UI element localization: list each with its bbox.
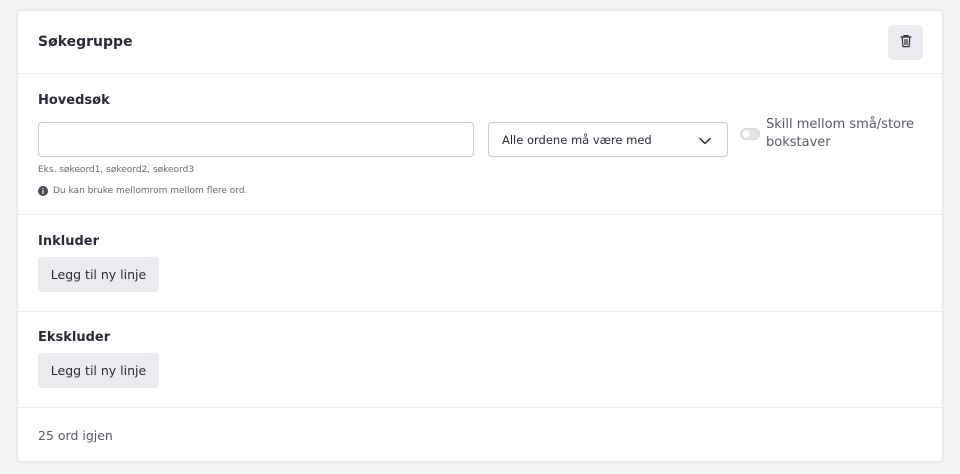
trash-icon xyxy=(899,33,912,52)
include-label: Inkluder xyxy=(38,234,99,249)
info-row: Du kan bruke mellomrom mellom flere ord. xyxy=(38,181,247,200)
info-text: Du kan bruke mellomrom mellom flere ord. xyxy=(53,185,248,196)
chevron-down-icon xyxy=(699,130,711,149)
delete-group-button[interactable] xyxy=(888,25,923,60)
divider xyxy=(18,214,942,215)
search-group-card: Søkegruppe Hovedsøk Alle ordene må være … xyxy=(17,10,943,462)
main-search-label: Hovedsøk xyxy=(38,93,110,108)
divider xyxy=(18,407,942,408)
toggle-knob xyxy=(742,130,750,138)
info-icon xyxy=(38,181,48,200)
include-add-line-button[interactable]: Legg til ny linje xyxy=(38,257,159,292)
divider xyxy=(18,73,942,74)
match-mode-value: Alle ordene må være med xyxy=(502,132,652,147)
divider xyxy=(18,311,942,312)
exclude-label: Ekskluder xyxy=(38,330,111,345)
match-mode-select[interactable]: Alle ordene må være med xyxy=(488,122,728,157)
case-sensitive-toggle[interactable] xyxy=(740,128,760,140)
words-remaining: 25 ord igjen xyxy=(38,428,113,443)
main-search-input[interactable] xyxy=(38,122,474,157)
search-example-hint: Eks. søkeord1, søkeord2, søkeord3 xyxy=(38,165,195,175)
case-sensitive-label: Skill mellom små/store bokstaver xyxy=(766,117,915,150)
exclude-add-line-button[interactable]: Legg til ny linje xyxy=(38,353,159,388)
group-title: Søkegruppe xyxy=(38,34,133,50)
